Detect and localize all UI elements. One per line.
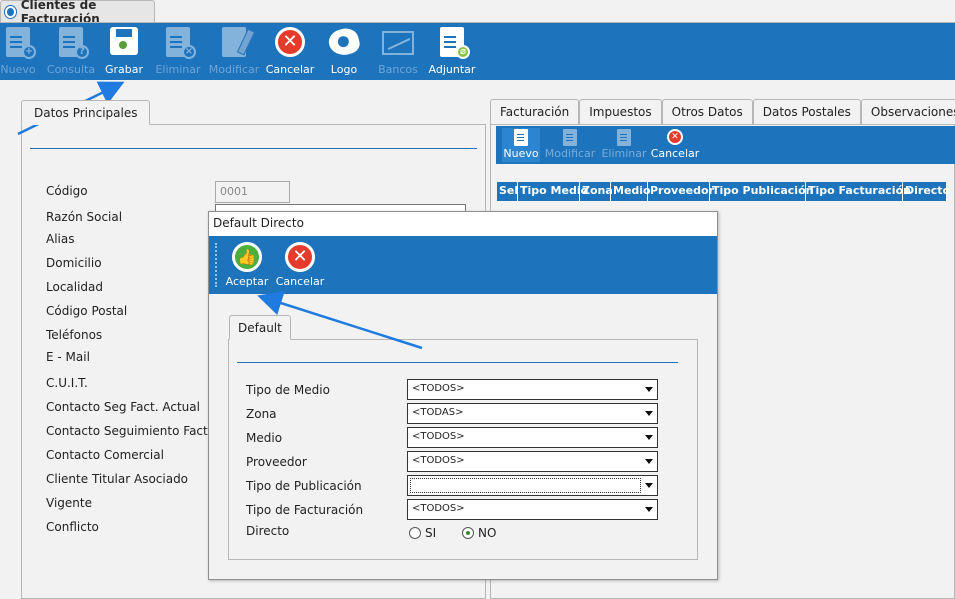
field-label-email: E - Mail bbox=[46, 350, 90, 364]
radio-circle-checked bbox=[462, 527, 474, 539]
adjuntar-button[interactable]: ⌀ Adjuntar bbox=[422, 25, 482, 77]
bancos-button[interactable]: Bancos bbox=[368, 25, 428, 77]
codigo-input[interactable]: 0001 bbox=[215, 181, 290, 203]
thumbs-up-icon: 👍 bbox=[232, 242, 262, 272]
grabar-button[interactable]: Grabar bbox=[94, 25, 154, 77]
column-header[interactable]: Medio bbox=[611, 182, 651, 201]
consulta-button[interactable]: ? Consulta bbox=[41, 25, 101, 77]
tipo-de-medio-select[interactable]: <TODOS> bbox=[407, 379, 658, 400]
cancel-icon: ✕ bbox=[274, 27, 306, 59]
cancelar-button[interactable]: ✕ Cancelar bbox=[260, 25, 320, 77]
default-directo-dialog: Default Directo 👍 Aceptar ✕ Cancelar Def… bbox=[208, 211, 718, 580]
aceptar-button[interactable]: 👍 Aceptar bbox=[226, 242, 268, 288]
field-label-domicilio: Domicilio bbox=[46, 256, 102, 270]
main-toolbar: + Nuevo ? Consulta Grabar × Eliminar Mod… bbox=[0, 23, 955, 80]
dropdown-arrow-icon bbox=[645, 507, 653, 512]
dialog-title: Default Directo bbox=[209, 212, 717, 236]
field-label-codigo-postal: Código Postal bbox=[46, 304, 128, 318]
section-divider bbox=[30, 148, 477, 149]
dialog-cancelar-button[interactable]: ✕ Cancelar bbox=[276, 242, 324, 288]
facturacion-nuevo-button[interactable]: Nuevo bbox=[502, 128, 540, 162]
field-label-cliente-titular-asociado: Cliente Titular Asociado bbox=[46, 472, 189, 486]
dropdown-arrow-icon bbox=[645, 435, 653, 440]
section-divider bbox=[237, 362, 678, 363]
app-logo-icon bbox=[5, 6, 16, 18]
facturacion-grid-header: Sel Tipo Medio Zona Medio Proveedor Tipo… bbox=[497, 182, 950, 201]
field-label-contacto-seg-fact-actual: Contacto Seg Fact. Actual bbox=[46, 400, 200, 414]
field-label-tipo-de-medio: Tipo de Medio bbox=[246, 383, 330, 397]
field-label-vigente: Vigente bbox=[46, 496, 92, 510]
field-label-directo: Directo bbox=[246, 524, 290, 538]
dropdown-arrow-icon bbox=[645, 459, 653, 464]
field-label-codigo: Código bbox=[46, 184, 88, 198]
dropdown-arrow-icon bbox=[645, 387, 653, 392]
new-doc-icon bbox=[512, 129, 530, 147]
field-label-conflicto: Conflicto bbox=[46, 520, 99, 534]
column-header[interactable]: Zona bbox=[580, 182, 613, 201]
tab-otros-datos[interactable]: Otros Datos bbox=[661, 99, 753, 125]
logo-button[interactable]: Logo bbox=[314, 25, 374, 77]
field-label-zona: Zona bbox=[246, 407, 277, 421]
dropdown-arrow-icon bbox=[645, 483, 653, 488]
field-label-tipo-de-publicacion: Tipo de Publicación bbox=[246, 479, 362, 493]
facturacion-toolbar: Nuevo Modificar Eliminar ✕ Cancelar bbox=[496, 126, 955, 164]
column-header[interactable]: Tipo Facturación bbox=[806, 182, 911, 201]
zona-select[interactable]: <TODAS> bbox=[407, 403, 658, 424]
dropdown-arrow-icon bbox=[645, 411, 653, 416]
field-label-contacto-comercial: Contacto Comercial bbox=[46, 448, 164, 462]
edit-pencil-icon bbox=[218, 27, 250, 59]
tipo-de-publicacion-select[interactable] bbox=[407, 475, 658, 496]
field-label-tipo-de-facturacion: Tipo de Facturación bbox=[246, 503, 364, 517]
delete-doc-icon: × bbox=[162, 27, 196, 59]
tipo-de-facturacion-select[interactable]: <TODOS> bbox=[407, 499, 658, 520]
field-label-razon-social: Razón Social bbox=[46, 210, 123, 224]
tab-datos-postales[interactable]: Datos Postales bbox=[752, 99, 861, 125]
edit-pencil-icon bbox=[561, 129, 579, 147]
field-label-localidad: Localidad bbox=[46, 280, 104, 294]
eliminar-button[interactable]: × Eliminar bbox=[148, 25, 208, 77]
column-header[interactable]: Sel bbox=[497, 182, 518, 201]
column-header[interactable]: Tipo Medio bbox=[518, 182, 588, 201]
medio-select[interactable]: <TODOS> bbox=[407, 427, 658, 448]
delete-doc-icon bbox=[615, 129, 633, 147]
proveedor-select[interactable]: <TODOS> bbox=[407, 451, 658, 472]
radio-circle bbox=[409, 527, 421, 539]
field-label-cuit: C.U.I.T. bbox=[46, 376, 88, 390]
field-label-alias: Alias bbox=[46, 232, 75, 246]
tab-facturacion[interactable]: Facturación bbox=[490, 99, 580, 125]
tab-default[interactable]: Default bbox=[229, 315, 291, 340]
field-label-medio: Medio bbox=[246, 431, 283, 445]
focus-rect bbox=[410, 478, 641, 493]
query-doc-icon: ? bbox=[55, 27, 89, 59]
window-tab[interactable]: Clientes de Facturación bbox=[0, 0, 155, 26]
field-label-proveedor: Proveedor bbox=[246, 455, 307, 469]
field-label-telefonos: Teléfonos bbox=[46, 328, 103, 342]
tab-datos-principales[interactable]: Datos Principales bbox=[21, 100, 151, 125]
modificar-button[interactable]: Modificar bbox=[204, 25, 264, 77]
column-header[interactable]: Tipo Publicación bbox=[710, 182, 813, 201]
tab-observaciones[interactable]: Observaciones bbox=[860, 99, 955, 125]
facturacion-cancelar-button[interactable]: ✕ Cancelar bbox=[651, 128, 699, 162]
cancel-icon: ✕ bbox=[285, 242, 315, 272]
dialog-toolbar: 👍 Aceptar ✕ Cancelar bbox=[209, 236, 717, 294]
directo-si-radio[interactable]: SI bbox=[409, 526, 436, 540]
tab-impuestos[interactable]: Impuestos bbox=[579, 99, 662, 125]
new-doc-icon: + bbox=[2, 27, 36, 59]
column-header[interactable]: Proveedor bbox=[648, 182, 714, 201]
column-header[interactable]: Directo bbox=[903, 182, 950, 201]
facturacion-eliminar-button[interactable]: Eliminar bbox=[601, 128, 647, 162]
facturacion-modificar-button[interactable]: Modificar bbox=[545, 128, 595, 162]
cancel-icon: ✕ bbox=[666, 129, 684, 147]
chart-icon bbox=[382, 27, 414, 59]
field-label-contacto-seguimiento-fact: Contacto Seguimiento Fact. bbox=[46, 424, 212, 438]
toolbar-grip bbox=[215, 243, 217, 287]
directo-no-radio[interactable]: NO bbox=[462, 526, 496, 540]
save-icon bbox=[108, 27, 140, 59]
attach-icon: ⌀ bbox=[436, 27, 470, 59]
logo-icon bbox=[326, 25, 362, 59]
right-tab-strip: Facturación Impuestos Otros Datos Datos … bbox=[490, 99, 955, 125]
